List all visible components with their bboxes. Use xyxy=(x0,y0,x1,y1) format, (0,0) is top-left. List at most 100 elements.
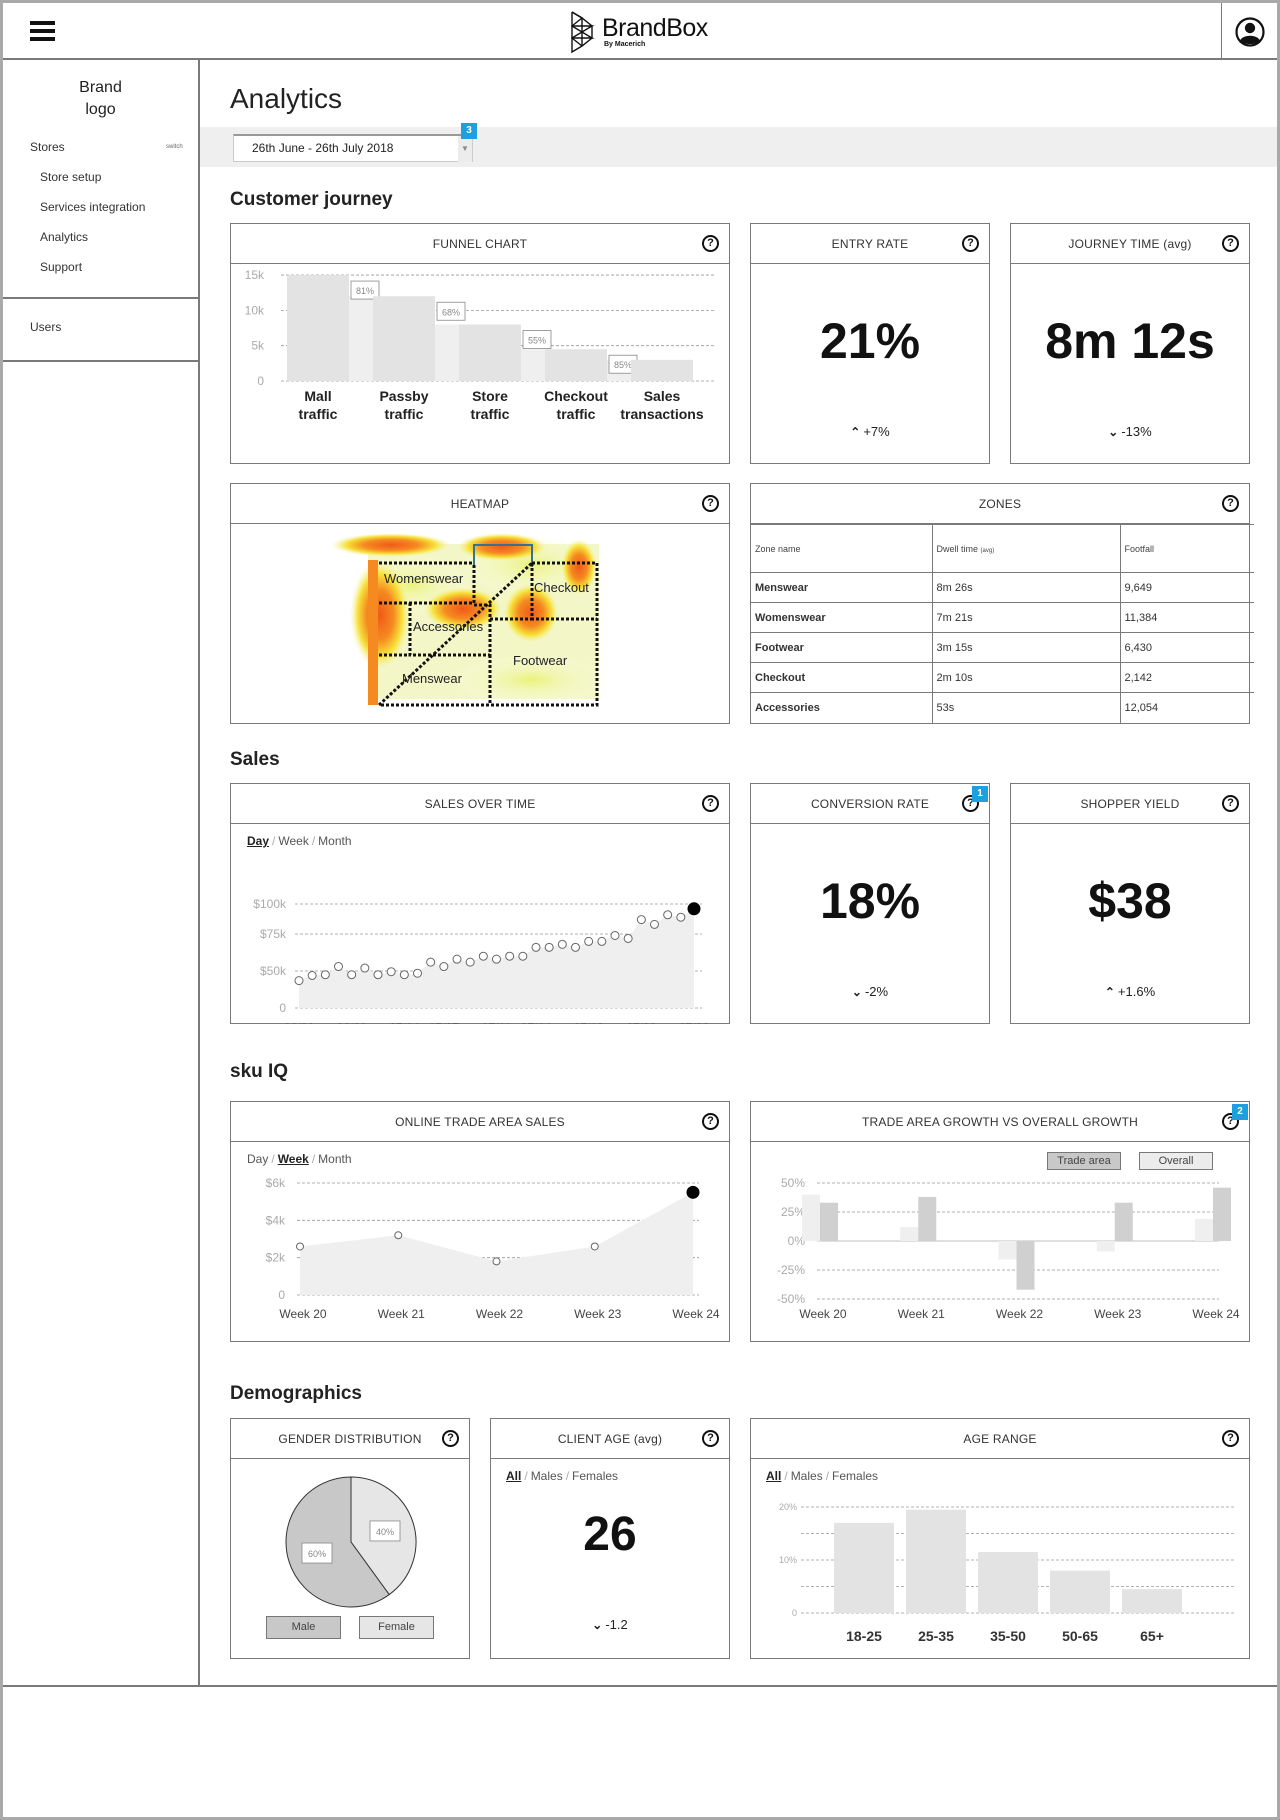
data-point xyxy=(492,954,501,964)
table-row[interactable]: Footwear 3m 15s 6,430 xyxy=(751,632,1254,663)
y-tick-label: $100k xyxy=(253,897,287,911)
growth-bar-trade-area xyxy=(918,1196,937,1241)
toggle-females[interactable]: Females xyxy=(572,1469,618,1483)
help-icon[interactable]: ? xyxy=(702,795,719,812)
x-tick-label: traffic xyxy=(557,406,596,422)
help-icon[interactable]: ? xyxy=(962,235,979,252)
zone-label-footwear: Footwear xyxy=(513,653,568,668)
zone-dwell: 2m 10s xyxy=(931,662,1121,693)
gender-filter-toggle: All / Males / Females xyxy=(506,1469,619,1483)
help-icon[interactable]: ? xyxy=(1222,235,1239,252)
x-tick-label: traffic xyxy=(299,406,338,422)
data-point xyxy=(394,1231,403,1240)
help-icon[interactable]: ? xyxy=(702,1430,719,1447)
brand-logo[interactable]: BrandBox By Macerich xyxy=(568,9,708,55)
journey-time-delta: ⌄ -13% xyxy=(1011,424,1249,439)
sidebar-item-store-setup[interactable]: Store setup xyxy=(40,170,101,184)
funnel-chart: 0 5k 10k 15k 81% Mall traffic 68% Passby traffic 5… xyxy=(245,268,716,422)
conversion-label: 68% xyxy=(442,307,460,317)
growth-bar-trade-area xyxy=(820,1202,838,1241)
entry-rate-value: 21% xyxy=(819,313,921,369)
zone-name: Footwear xyxy=(751,632,933,663)
help-icon[interactable]: ? xyxy=(1222,495,1239,512)
data-point xyxy=(296,1242,304,1251)
sidebar-item-stores[interactable]: Stores xyxy=(30,140,65,154)
help-icon[interactable]: ? xyxy=(1222,1430,1239,1447)
conversion-rate-delta: ⌄ -2% xyxy=(751,984,989,999)
x-tick-label: 06/26 xyxy=(284,1021,314,1024)
user-profile-button[interactable] xyxy=(1221,3,1277,60)
age-range-card: AGE RANGE ? All / Males / Females 0 10% 20% 18-… xyxy=(750,1418,1250,1659)
conversion-label: 55% xyxy=(528,336,546,346)
help-icon[interactable]: ? xyxy=(1222,795,1239,812)
zone-name: Menswear xyxy=(751,572,933,603)
column-header-label: Dwell time xyxy=(936,543,979,554)
card-title: ONLINE TRADE AREA SALES xyxy=(231,1102,729,1142)
x-tick-label: traffic xyxy=(385,406,424,422)
x-tick-label: 06/30 xyxy=(337,1021,367,1024)
help-icon[interactable]: ? xyxy=(702,235,719,252)
y-tick-label: 20% xyxy=(779,1502,797,1512)
age-bar xyxy=(1122,1589,1182,1613)
zone-label-menswear: Menswear xyxy=(402,671,463,686)
table-row[interactable]: Checkout 2m 10s 2,142 xyxy=(751,662,1254,693)
age-bar xyxy=(834,1522,894,1613)
help-icon[interactable]: ? xyxy=(442,1430,459,1447)
online-trade-area-sales-card: ONLINE TRADE AREA SALES ? Day / Week / Month… xyxy=(230,1101,730,1342)
table-row[interactable]: Menswear 8m 26s 9,649 xyxy=(751,572,1254,603)
funnel-bar xyxy=(373,296,435,381)
x-tick-label: Week 24 xyxy=(1192,1307,1239,1321)
growth-bar-trade-area xyxy=(1016,1241,1035,1290)
zones-card: ZONES ? Zone name Dwell time (avg) Footf… xyxy=(750,483,1254,724)
app-frame: BrandBox By Macerich Brand logo Stores s… xyxy=(3,3,1277,1817)
gender-pie-chart: 40% 60% xyxy=(285,1476,417,1608)
menu-icon[interactable] xyxy=(30,21,55,41)
page-title: Analytics xyxy=(230,83,343,114)
sidebar-item-services-integration[interactable]: Services integration xyxy=(40,200,145,214)
data-point xyxy=(663,910,673,920)
section-title-customer-journey: Customer journey xyxy=(230,189,393,210)
help-icon[interactable]: ? xyxy=(702,1113,719,1130)
y-tick-label: 0 xyxy=(279,1001,286,1015)
client-age-delta: ⌄ -1.2 xyxy=(491,1617,729,1632)
sidebar: Brand logo Stores switch Store setup Ser… xyxy=(3,60,200,1685)
sidebar-brand-logo: Brand logo xyxy=(3,77,198,121)
x-tick-label: 18-25 xyxy=(846,1628,882,1644)
sidebar-item-support[interactable]: Support xyxy=(40,260,82,274)
x-tick-label: 07/11 xyxy=(482,1021,511,1024)
table-row[interactable]: Womenswear 7m 21s 11,384 xyxy=(751,602,1254,633)
sidebar-item-analytics[interactable]: Analytics xyxy=(40,230,88,244)
data-point xyxy=(320,970,330,980)
funnel-bar xyxy=(545,349,607,381)
chevron-down-icon[interactable]: ▼ xyxy=(458,136,472,162)
sidebar-divider xyxy=(3,297,198,299)
toggle-males[interactable]: Males xyxy=(531,1469,563,1483)
journey-time-card: JOURNEY TIME (avg) ? 8m 12s ⌄ -13% xyxy=(1010,223,1250,464)
legend-female[interactable]: Female xyxy=(359,1616,434,1639)
funnel-connector xyxy=(521,349,545,381)
x-tick-label: 07/14 xyxy=(521,1021,551,1024)
y-tick-label: 0 xyxy=(792,1608,797,1618)
arrow-down-icon: ⌄ xyxy=(1108,425,1119,439)
legend-male[interactable]: Male xyxy=(266,1616,341,1639)
arrow-up-icon: ⌃ xyxy=(850,425,861,439)
table-row[interactable]: Accessories 53s 12,054 xyxy=(751,692,1254,723)
entry-rate-delta: ⌃ +7% xyxy=(751,424,989,439)
x-tick-label: 07/18 xyxy=(574,1021,604,1024)
toggle-all[interactable]: All xyxy=(506,1469,521,1483)
zone-footfall: 6,430 xyxy=(1119,632,1254,663)
age-bar xyxy=(1050,1570,1110,1613)
x-tick-label: Week 21 xyxy=(378,1307,425,1321)
funnel-bar xyxy=(287,275,349,381)
help-icon[interactable]: ? xyxy=(702,495,719,512)
brand-logo-text: Brand logo xyxy=(79,79,122,118)
client-age-value: 26 xyxy=(583,1508,637,1561)
sidebar-item-users[interactable]: Users xyxy=(30,320,61,334)
sidebar-divider xyxy=(3,360,198,362)
switch-store-link[interactable]: switch xyxy=(166,144,183,150)
date-range-select[interactable]: 26th June - 26th July 2018 ▼ xyxy=(233,134,473,162)
data-point xyxy=(478,951,488,961)
arrow-up-icon: ⌃ xyxy=(1104,985,1115,999)
x-tick-label: 07/26 xyxy=(679,1021,709,1024)
card-title: TRADE AREA GROWTH VS OVERALL GROWTH xyxy=(751,1102,1249,1142)
